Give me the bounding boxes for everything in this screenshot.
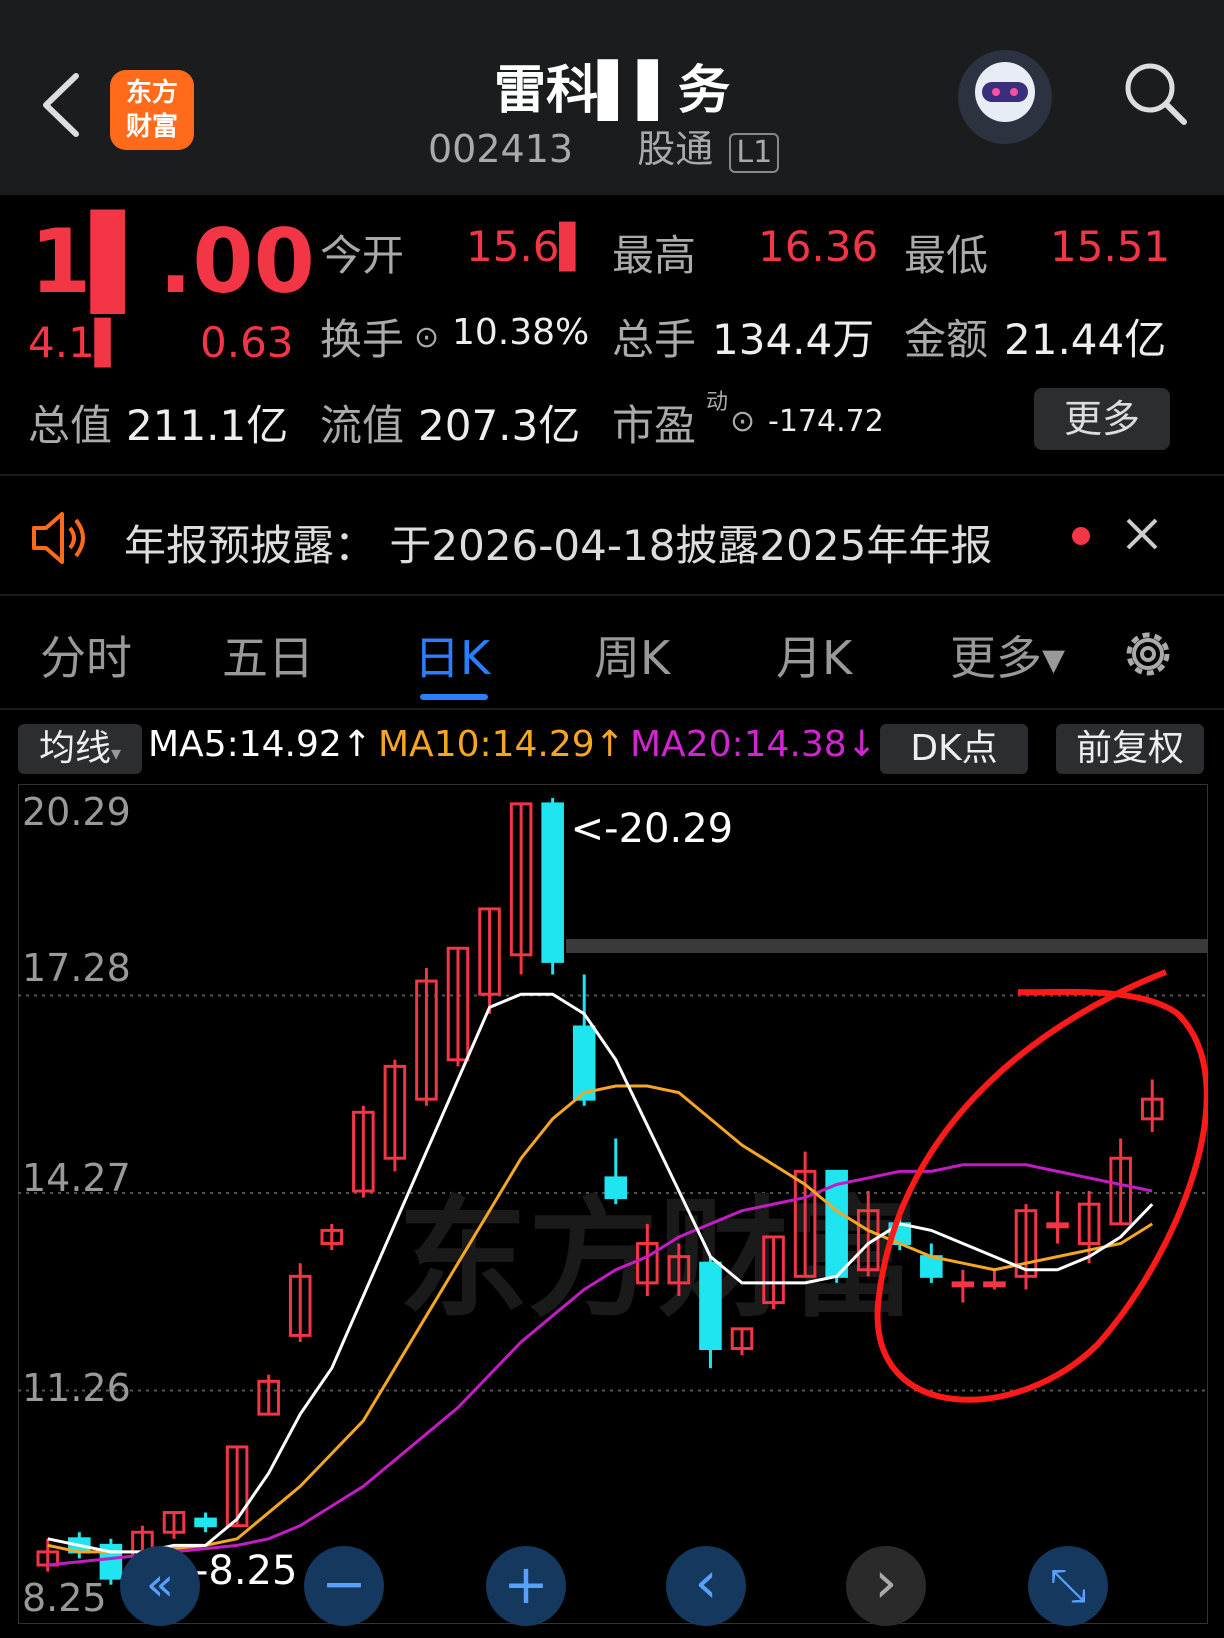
high-value: 16.36 xyxy=(758,222,879,271)
ma10-value: MA10:14.29↑ xyxy=(378,724,625,765)
assistant-avatar-icon[interactable] xyxy=(958,50,1052,144)
stock-code-row: 002413 股通 L1 xyxy=(428,118,780,173)
ma-selector[interactable]: 均线▾ xyxy=(18,724,142,774)
ma5-value: MA5:14.92↑ xyxy=(148,724,372,765)
candle-body xyxy=(541,802,564,963)
stock-code: 002413 xyxy=(428,127,574,171)
pe-superscript: 动 xyxy=(706,390,729,415)
candle-body xyxy=(572,1025,596,1101)
ma20-value: MA20:14.38↓ xyxy=(630,724,877,765)
pe-info-icon[interactable]: ⊙ xyxy=(730,404,755,439)
change-percent: 4.1▌ xyxy=(28,318,128,367)
mktcap-label: 总值 xyxy=(28,401,113,450)
scroll-left-fast-button[interactable]: « xyxy=(120,1546,200,1626)
divider xyxy=(0,474,1224,476)
kline-chart[interactable]: 东方财富 <-20.29 <-8.25 xyxy=(18,784,1208,1624)
volume-value: 134.4万 xyxy=(712,315,875,364)
divider xyxy=(0,594,1224,596)
scroll-left-button[interactable]: ‹ xyxy=(666,1546,746,1626)
level-badge: L1 xyxy=(729,133,780,173)
candle-body xyxy=(983,1281,1006,1288)
amount-value: 21.44亿 xyxy=(1004,315,1167,364)
adjust-button[interactable]: 前复权 xyxy=(1056,724,1204,774)
amount-label: 金额 xyxy=(904,315,989,364)
notice-text[interactable]: 年报预披露： 于2026-04-18披露2025年年报 xyxy=(124,512,992,573)
search-icon[interactable] xyxy=(1122,60,1188,126)
turnover-label: 换手 xyxy=(320,315,405,364)
tab-daily-k[interactable]: 日K xyxy=(414,622,490,688)
connect-tag: 股通 xyxy=(637,127,714,171)
y-tick: 14.27 xyxy=(22,1156,131,1200)
candle-body xyxy=(604,1176,628,1200)
active-tab-indicator xyxy=(420,694,488,700)
y-tick: 20.29 xyxy=(22,790,131,834)
max-price-label: <-20.29 xyxy=(571,806,733,852)
float-value: 207.3亿 xyxy=(418,401,581,450)
tab-five-day[interactable]: 五日 xyxy=(222,622,314,688)
tab-more[interactable]: 更多▾ xyxy=(950,622,1065,688)
turnover-value: 10.38% xyxy=(452,312,590,353)
y-tick: 11.26 xyxy=(22,1366,131,1410)
y-tick: 8.25 xyxy=(22,1576,107,1620)
candle-body xyxy=(194,1517,217,1528)
ma-selector-label: 均线 xyxy=(38,728,111,769)
top-bar: 东方 财富 雷科▌▌务 002413 股通 L1 xyxy=(0,0,1224,195)
quote-more-button[interactable]: 更多 xyxy=(1034,388,1170,450)
zoom-out-button[interactable]: − xyxy=(304,1546,384,1626)
candle-body xyxy=(699,1261,722,1351)
y-tick: 17.28 xyxy=(22,946,131,990)
change-amount: 0.63 xyxy=(200,318,294,367)
speaker-icon xyxy=(32,512,85,564)
annotation-circle xyxy=(874,969,1208,1403)
divider xyxy=(0,708,1224,710)
low-value: 15.51 xyxy=(1050,222,1171,271)
candle-body xyxy=(1046,1222,1069,1229)
candle-body xyxy=(951,1281,975,1288)
open-label: 今开 xyxy=(320,231,405,280)
info-icon[interactable]: ⊙ xyxy=(414,320,439,355)
tab-monthly-k[interactable]: 月K xyxy=(776,622,852,688)
close-icon[interactable] xyxy=(1124,516,1160,552)
unread-dot xyxy=(1072,527,1090,545)
tab-intraday[interactable]: 分时 xyxy=(40,622,132,688)
gear-icon[interactable] xyxy=(1118,624,1178,684)
zoom-in-button[interactable]: + xyxy=(486,1546,566,1626)
volume-label: 总手 xyxy=(612,315,697,364)
pe-label: 市盈 xyxy=(612,401,697,450)
mktcap-value: 211.1亿 xyxy=(126,401,289,450)
tab-weekly-k[interactable]: 周K xyxy=(594,622,670,688)
high-label: 最高 xyxy=(612,231,697,280)
pe-value: -174.72 xyxy=(768,404,884,439)
current-price: 1▌.00 xyxy=(30,210,315,313)
open-value: 15.6▌ xyxy=(466,222,592,271)
scroll-right-button[interactable]: › xyxy=(846,1546,926,1626)
fullscreen-button[interactable]: ⤡ xyxy=(1028,1546,1108,1626)
float-label: 流值 xyxy=(320,401,405,450)
low-label: 最低 xyxy=(904,231,989,280)
dk-point-button[interactable]: DK点 xyxy=(880,724,1028,774)
